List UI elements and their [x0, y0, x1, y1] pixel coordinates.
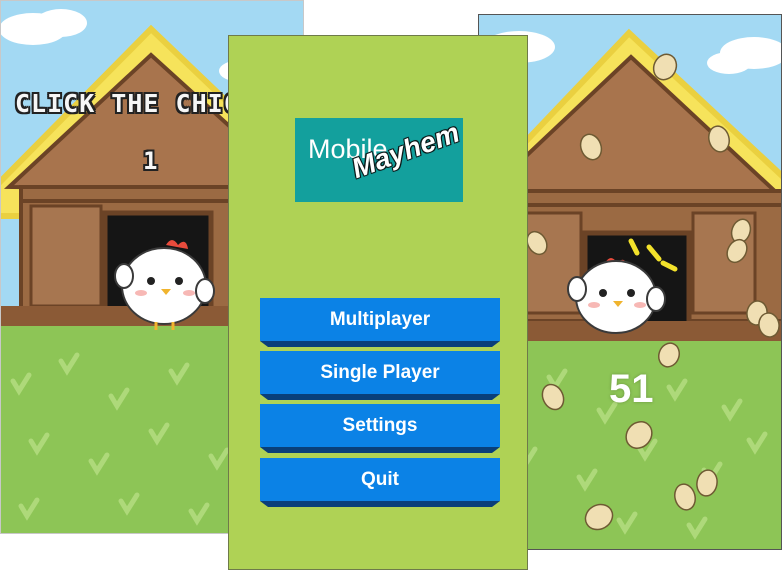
settings-button-label: Settings	[260, 404, 500, 447]
quit-button[interactable]: Quit	[260, 458, 500, 508]
click-counter: 1	[143, 147, 159, 175]
single-player-button-label: Single Player	[260, 351, 500, 394]
button-shadow-edge	[260, 447, 500, 453]
button-shadow-edge	[260, 501, 500, 507]
multiplayer-button-label: Multiplayer	[260, 298, 500, 341]
game-instruction-text: CLICK THE CHIC	[15, 89, 240, 118]
main-menu-screen: Mobile Mayhem Multiplayer Single Player …	[228, 35, 528, 570]
button-shadow-edge	[260, 341, 500, 347]
game-logo: Mobile Mayhem	[295, 116, 464, 202]
single-player-button[interactable]: Single Player	[260, 351, 500, 401]
settings-button[interactable]: Settings	[260, 404, 500, 454]
button-shadow-edge	[260, 394, 500, 400]
quit-button-label: Quit	[260, 458, 500, 501]
score-display: 51	[609, 367, 654, 411]
logo-text-line2: Mayhem	[347, 116, 464, 185]
multiplayer-button[interactable]: Multiplayer	[260, 298, 500, 348]
